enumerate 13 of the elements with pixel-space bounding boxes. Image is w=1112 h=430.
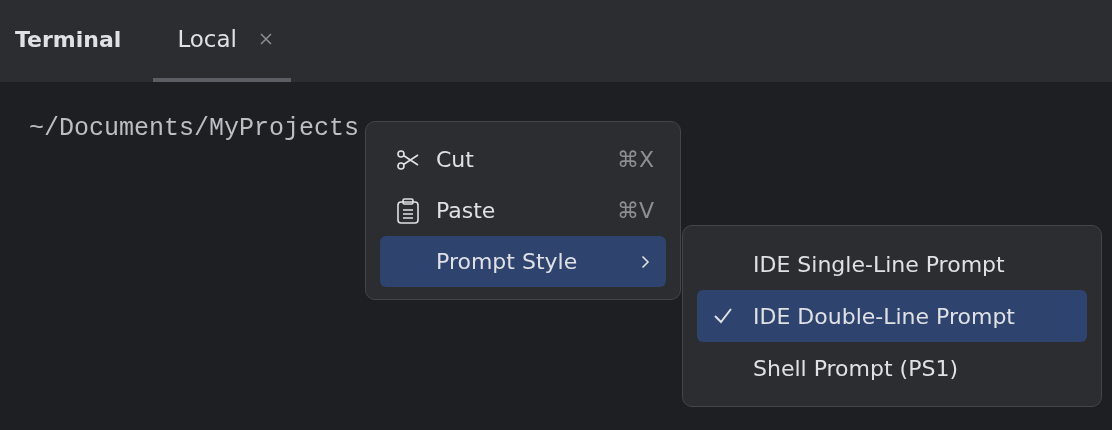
clipboard-icon xyxy=(396,197,420,224)
close-icon[interactable] xyxy=(259,32,273,46)
terminal-line: ~/Documents/MyProjects xyxy=(29,114,360,143)
menu-item[interactable]: Prompt Style xyxy=(380,236,666,287)
menu-item[interactable]: Shell Prompt (PS1) xyxy=(697,342,1087,394)
chevron-right-icon xyxy=(641,254,650,269)
menu-item[interactable]: IDE Single-Line Prompt xyxy=(697,238,1087,290)
menu-item[interactable]: IDE Double-Line Prompt xyxy=(697,290,1087,342)
terminal-tab[interactable]: Local xyxy=(153,0,291,82)
menu-item[interactable]: Cut ⌘X xyxy=(380,134,666,185)
tool-window-title: Terminal xyxy=(15,26,122,54)
scissors-icon xyxy=(396,147,420,172)
menu-item[interactable]: Paste ⌘V xyxy=(380,185,666,236)
